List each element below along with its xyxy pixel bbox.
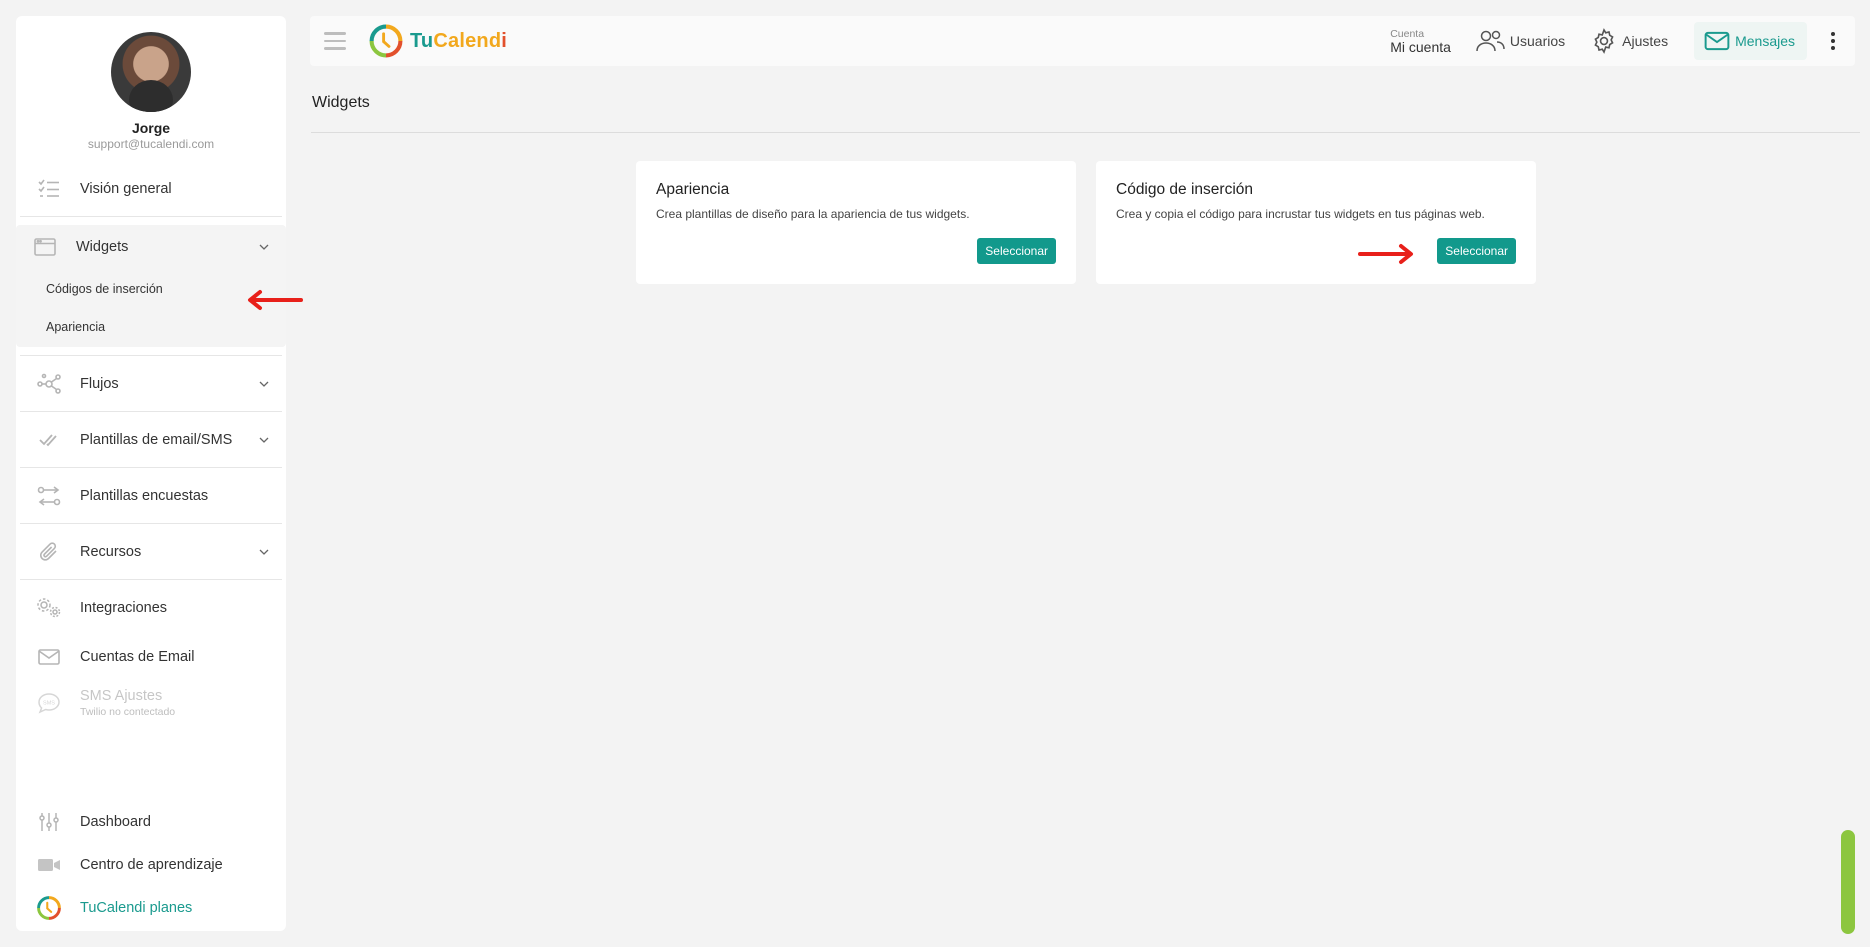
sidebar-bottom-nav: Dashboard Centro de aprendizaje TuCalend… xyxy=(16,800,286,931)
annotation-arrow-left xyxy=(248,290,303,310)
logo-text: TuCalendi xyxy=(410,30,507,53)
sidebar-item-label: Plantillas encuestas xyxy=(80,487,209,504)
more-options-icon[interactable] xyxy=(1821,32,1845,50)
settings-label: Ajustes xyxy=(1622,33,1669,49)
hamburger-menu-icon[interactable] xyxy=(324,32,346,50)
sidebar-item-label: Flujos xyxy=(80,375,119,392)
sidebar-item-widgets[interactable]: Widgets xyxy=(16,225,286,269)
logo-text-part: i xyxy=(501,29,508,52)
logo-text-part: Tu xyxy=(410,29,434,52)
chevron-down-icon[interactable] xyxy=(258,241,270,253)
annotation-arrow-right xyxy=(1358,244,1413,264)
sidebar-item-dashboard[interactable]: Dashboard xyxy=(16,800,286,843)
list-check-icon xyxy=(36,176,62,202)
sidebar-item-label: SMS Ajustes xyxy=(80,688,163,704)
sidebar-item-survey-templates[interactable]: Plantillas encuestas xyxy=(16,468,286,523)
card-title: Código de inserción xyxy=(1116,181,1254,198)
tucalendi-logo-icon xyxy=(369,24,403,58)
sms-bubble-icon: SMS xyxy=(36,690,62,716)
sidebar-item-learning-center[interactable]: Centro de aprendizaje xyxy=(16,843,286,886)
card-title: Apariencia xyxy=(656,181,730,198)
sidebar-item-label: Plantillas de email/SMS xyxy=(80,431,233,448)
sidebar-item-label: Cuentas de Email xyxy=(80,648,195,665)
card-embed-code: Código de inserción Crea y copia el códi… xyxy=(1096,161,1536,284)
sidebar: Jorge support@tucalendi.com Visión gener… xyxy=(16,16,286,931)
account-label: Mi cuenta xyxy=(1390,38,1451,55)
logo-text-part: Calend xyxy=(433,29,502,52)
sidebar-item-label: Recursos xyxy=(80,543,142,560)
card-description: Crea y copia el código para incrustar tu… xyxy=(1116,207,1485,221)
gears-icon xyxy=(36,595,62,621)
sidebar-item-label: Dashboard xyxy=(80,813,151,830)
sliders-icon xyxy=(36,809,62,835)
avatar[interactable] xyxy=(111,32,191,112)
messages-label: Mensajes xyxy=(1735,33,1795,49)
browser-window-icon xyxy=(32,234,58,260)
chevron-down-icon[interactable] xyxy=(258,378,270,390)
sidebar-item-plans[interactable]: TuCalendi planes xyxy=(16,886,286,929)
sidebar-item-label: Centro de aprendizaje xyxy=(80,856,223,873)
sidebar-item-label: Widgets xyxy=(76,239,129,255)
profile-name: Jorge xyxy=(131,120,171,136)
topbar: TuCalendi Cuenta Mi cuenta Usuarios Ajus… xyxy=(310,16,1855,66)
widgets-group: Widgets Códigos de inserción Apariencia xyxy=(16,225,286,347)
select-button[interactable]: Seleccionar xyxy=(977,238,1056,264)
select-button[interactable]: Seleccionar xyxy=(1437,238,1516,264)
video-camera-icon xyxy=(36,852,62,878)
svg-text:SMS: SMS xyxy=(43,701,55,707)
sidebar-item-flujos[interactable]: Flujos xyxy=(16,356,286,411)
sidebar-item-overview[interactable]: Visión general xyxy=(16,161,286,216)
sms-status-text: Twilio no contectado xyxy=(80,706,176,718)
profile-section: Jorge support@tucalendi.com xyxy=(16,16,286,151)
users-link[interactable]: Usuarios xyxy=(1475,29,1565,53)
sidebar-item-label: TuCalendi planes xyxy=(80,899,193,916)
card-appearance: Apariencia Crea plantillas de diseño par… xyxy=(636,161,1076,284)
account-menu[interactable]: Cuenta Mi cuenta xyxy=(1390,28,1451,55)
scroll-indicator[interactable] xyxy=(1841,830,1855,934)
sidebar-item-resources[interactable]: Recursos xyxy=(16,524,286,579)
page-title: Widgets xyxy=(312,94,370,111)
users-label: Usuarios xyxy=(1509,33,1566,49)
network-nodes-icon xyxy=(36,371,62,397)
sidebar-subitem-appearance[interactable]: Apariencia xyxy=(16,308,286,347)
profile-email: support@tucalendi.com xyxy=(87,137,215,151)
sidebar-item-label: Integraciones xyxy=(80,599,168,616)
sidebar-item-email-templates[interactable]: Plantillas de email/SMS xyxy=(16,412,286,467)
swap-arrows-icon xyxy=(36,483,62,509)
users-icon xyxy=(1476,30,1505,52)
messages-link[interactable]: Mensajes xyxy=(1694,22,1807,60)
app-logo[interactable]: TuCalendi xyxy=(368,23,507,59)
sidebar-item-integrations[interactable]: Integraciones xyxy=(16,580,286,635)
envelope-icon xyxy=(36,644,62,670)
paperclip-icon xyxy=(36,539,62,565)
sidebar-nav: Visión general Widgets Códigos de inserc… xyxy=(16,161,286,728)
envelope-icon xyxy=(1704,31,1730,51)
sidebar-item-email-accounts[interactable]: Cuentas de Email xyxy=(16,635,286,678)
sidebar-item-label: Visión general xyxy=(80,180,172,197)
sidebar-item-sms-settings[interactable]: SMS SMS Ajustes Twilio no contectado xyxy=(16,678,286,728)
settings-link[interactable]: Ajustes xyxy=(1591,28,1668,54)
card-description: Crea plantillas de diseño para la aparie… xyxy=(656,207,970,221)
divider xyxy=(20,216,282,217)
tucalendi-logo-icon xyxy=(36,895,62,921)
title-divider xyxy=(311,132,1860,133)
chevron-down-icon[interactable] xyxy=(258,434,270,446)
topbar-actions: Cuenta Mi cuenta Usuarios Ajustes Mensaj… xyxy=(1390,16,1855,66)
gear-icon xyxy=(1594,28,1614,54)
chevron-down-icon[interactable] xyxy=(258,546,270,558)
double-check-icon xyxy=(36,427,62,453)
